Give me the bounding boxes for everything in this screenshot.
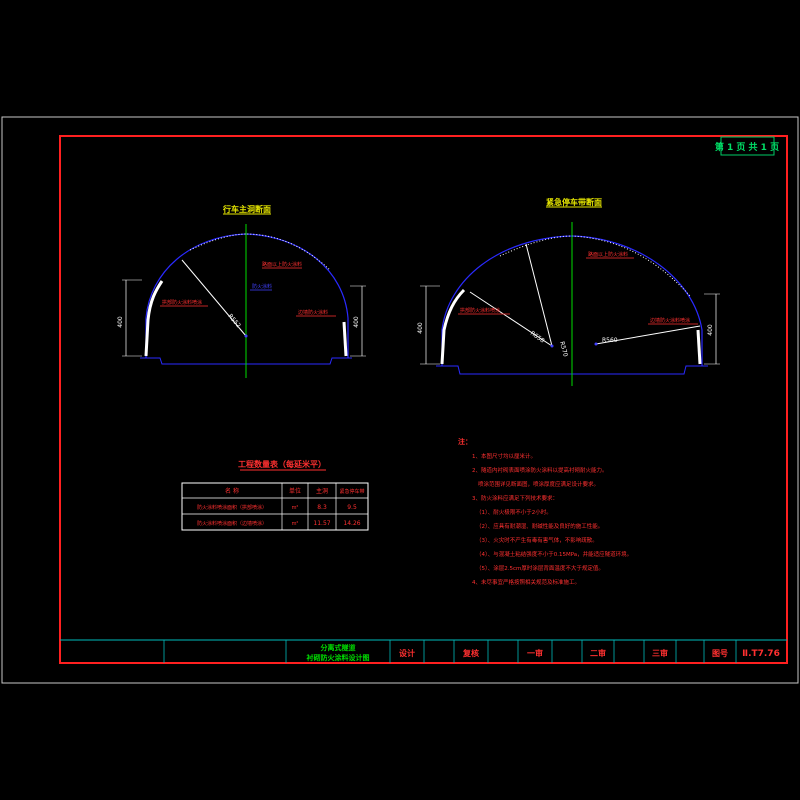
left-section-title: 行车主洞断面 [222,204,271,214]
left-coating-left [144,280,164,357]
notes-line: 2、隧道内衬砌表面喷涂防火涂料以提高衬砌耐火能力。 [472,466,608,474]
left-callout-top: 路面以上防火涂料 [262,261,302,268]
notes-heading: 注： [458,437,472,446]
notes-line: 1、本图尺寸均以厘米计。 [472,452,536,460]
notes-line: （3）、火灾时不产生有毒有害气体，不影响疏散。 [476,536,598,544]
table-title: 工程数量表（每延米平） [238,459,326,469]
table-header-cell: 紧急停车带 [339,488,364,495]
left-dim-right: 400 [353,316,360,328]
page-label: 第 1 页 共 1 页 [715,141,779,153]
quantity-table: 工程数量表（每延米平） 名 称 单位 主洞 紧急停车带 防火涂料喷涂面积（拱部喷… [181,459,369,531]
right-callout-left: 拱部防火涂料喷涂 [460,307,500,314]
table-cell: m² [292,505,299,511]
notes-line: 4、未尽事宜严格按照相关规范及标准施工。 [472,578,580,586]
notes-line: （5）、涂层2.5cm厚时涂层背面温度不大于规定值。 [476,564,604,572]
right-coating-right [696,329,702,365]
right-radius-label-3: R560 [602,337,618,344]
notes-line: 喷涂范围详见断面图，喷涂厚度应满足设计要求。 [478,480,599,488]
table-cell: m² [292,521,299,527]
check2-label: 二审 [590,648,606,658]
check1-label: 一审 [527,648,543,658]
review-label: 复核 [462,648,479,658]
drawing-number-label: 图号 [712,649,728,658]
table-cell: 9.5 [347,504,357,511]
left-callout-left: 拱部防火涂料喷涂 [162,299,202,306]
left-callout-right: 边墙防火涂料 [298,309,328,316]
table-header-cell: 名 称 [225,487,239,495]
right-radius-label-2: R570 [558,341,569,358]
right-radius-line-2 [525,243,553,347]
check3-label: 三审 [652,648,668,658]
left-coating-right [342,321,348,357]
project-name-line2: 衬砌防火涂料设计图 [306,653,370,662]
table-cell: 14.26 [343,520,360,527]
right-coating-left [440,288,466,365]
table-cell: 11.57 [313,520,330,527]
project-name-line1: 分离式隧道 [321,643,356,652]
outer-frame [1,116,799,684]
right-radius-label-1: R658 [529,330,546,345]
left-callout-center: 防火涂料 [252,283,272,290]
right-dim-left: 400 [417,322,424,334]
drawing-number: Ⅱ.T7.76 [742,649,780,659]
right-tunnel-section: 紧急停车带断面 R658 R570 R560 路面以上防火涂料 拱部防火涂料喷涂… [417,197,720,386]
left-center-point [244,334,248,338]
table-header-cell: 主洞 [316,487,328,495]
notes-line: （1）、耐火极限不小于2小时。 [476,508,552,516]
right-callout-top: 路面以上防火涂料 [588,251,628,258]
left-lining-outer [145,233,349,358]
table-cell: 防火涂料喷涂面积（拱部喷涂） [197,504,267,511]
drawing-canvas: 第 1 页 共 1 页 行车主洞断面 R552 路面以上防火涂料 防火涂料 拱部… [1,116,799,684]
right-section-title: 紧急停车带断面 [546,197,602,207]
inner-frame [59,135,788,664]
notes-line: 3、防火涂料应满足下列技术要求： [472,494,558,502]
title-block: 分离式隧道 衬砌防火涂料设计图 设计 复核 一审 二审 三审 图号 Ⅱ.T7.7… [60,639,787,663]
design-label: 设计 [399,648,415,658]
table-header-cell: 单位 [289,487,301,495]
table-cell: 防火涂料喷涂面积（边墙喷涂） [197,520,267,527]
right-center-point-2 [594,342,598,346]
right-center-point-1 [550,344,554,348]
right-dim-right: 400 [707,324,714,336]
notes-line: （2）、应具有耐潮湿、耐碱性能及良好的施工性能。 [476,522,603,530]
left-radius-label: R552 [226,313,242,330]
left-tunnel-section: 行车主洞断面 R552 路面以上防火涂料 防火涂料 拱部防火涂料喷涂 边墙防火涂… [117,204,366,378]
notes-block: 注： 1、本图尺寸均以厘米计。 2、隧道内衬砌表面喷涂防火涂料以提高衬砌耐火能力… [458,437,632,586]
notes-line: （4）、与混凝土粘结强度不小于0.15MPa，并能适应隧道环境。 [476,550,632,558]
left-dim-left: 400 [117,316,124,328]
table-cell: 8.3 [317,504,327,511]
right-callout-right: 边墙防火涂料喷涂 [650,317,690,324]
